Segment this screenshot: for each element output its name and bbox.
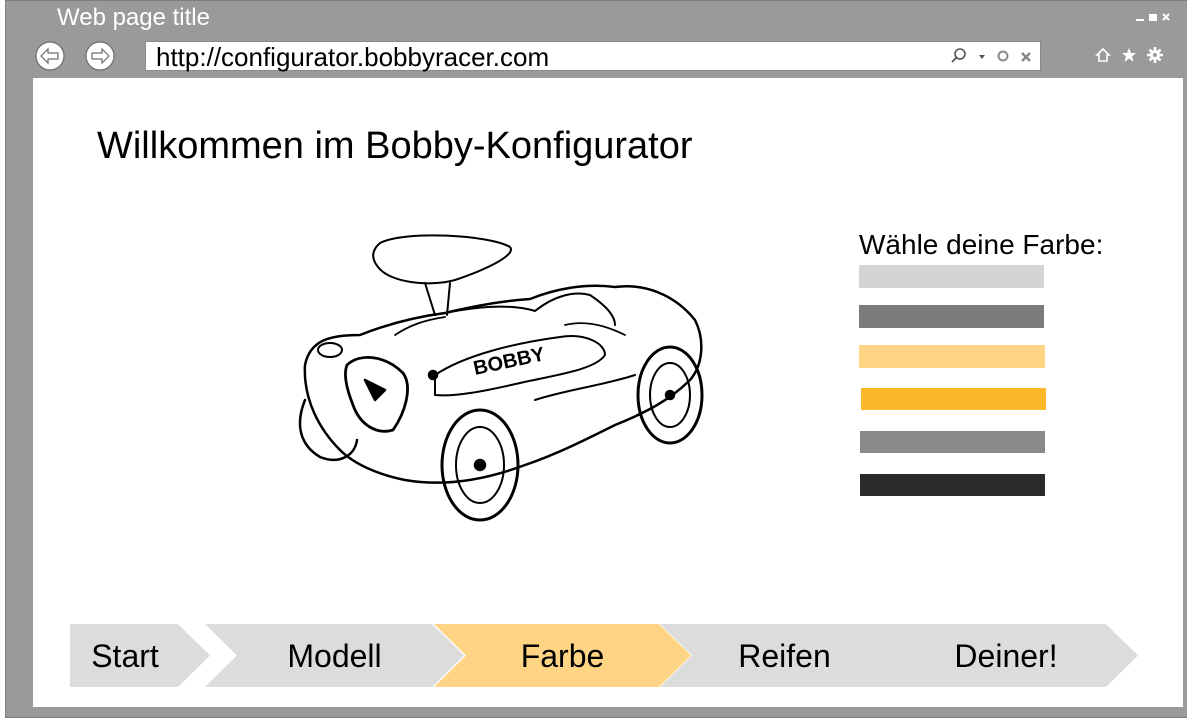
url-text: http://configurator.bobbyracer.com [156, 42, 550, 72]
home-icon[interactable] [1095, 47, 1111, 68]
page-title: Willkommen im Bobby-Konfigurator [97, 125, 693, 167]
color-swatch-dark-gray[interactable] [859, 305, 1044, 328]
minimize-icon[interactable] [1135, 9, 1145, 21]
window-controls [1135, 9, 1171, 21]
step-start[interactable] [70, 624, 211, 687]
step-farbe[interactable] [434, 624, 692, 687]
dropdown-icon[interactable] [978, 47, 986, 70]
bobby-car-image[interactable]: BOBBY [285, 225, 720, 530]
forward-button[interactable] [85, 41, 115, 71]
gear-icon[interactable] [1147, 47, 1163, 68]
svg-text:BOBBY: BOBBY [471, 343, 547, 380]
step-deiner[interactable] [874, 624, 1139, 687]
color-picker-label: Wähle deine Farbe: [859, 229, 1104, 260]
back-button[interactable] [35, 41, 65, 71]
color-swatch-black[interactable] [860, 474, 1045, 496]
step-modell[interactable] [205, 624, 465, 687]
close-icon[interactable] [1161, 9, 1171, 21]
color-swatch-light-orange[interactable] [859, 345, 1045, 368]
star-icon[interactable] [1121, 47, 1137, 68]
browser-toolbar [1095, 47, 1163, 68]
maximize-icon[interactable] [1148, 9, 1158, 21]
window-title: Web page title [57, 4, 210, 31]
color-swatch-medium-gray[interactable] [860, 431, 1045, 453]
back-arrow-icon [35, 41, 65, 71]
address-bar-icons [950, 47, 1032, 70]
refresh-icon[interactable] [996, 49, 1010, 68]
stop-icon[interactable] [1020, 50, 1032, 68]
color-swatch-orange[interactable] [861, 388, 1046, 410]
search-icon[interactable] [950, 47, 968, 70]
step-reifen[interactable] [660, 624, 910, 687]
forward-arrow-icon [85, 41, 115, 71]
color-swatch-light-gray[interactable] [859, 265, 1044, 288]
address-bar[interactable]: http://configurator.bobbyracer.com [145, 41, 1041, 72]
